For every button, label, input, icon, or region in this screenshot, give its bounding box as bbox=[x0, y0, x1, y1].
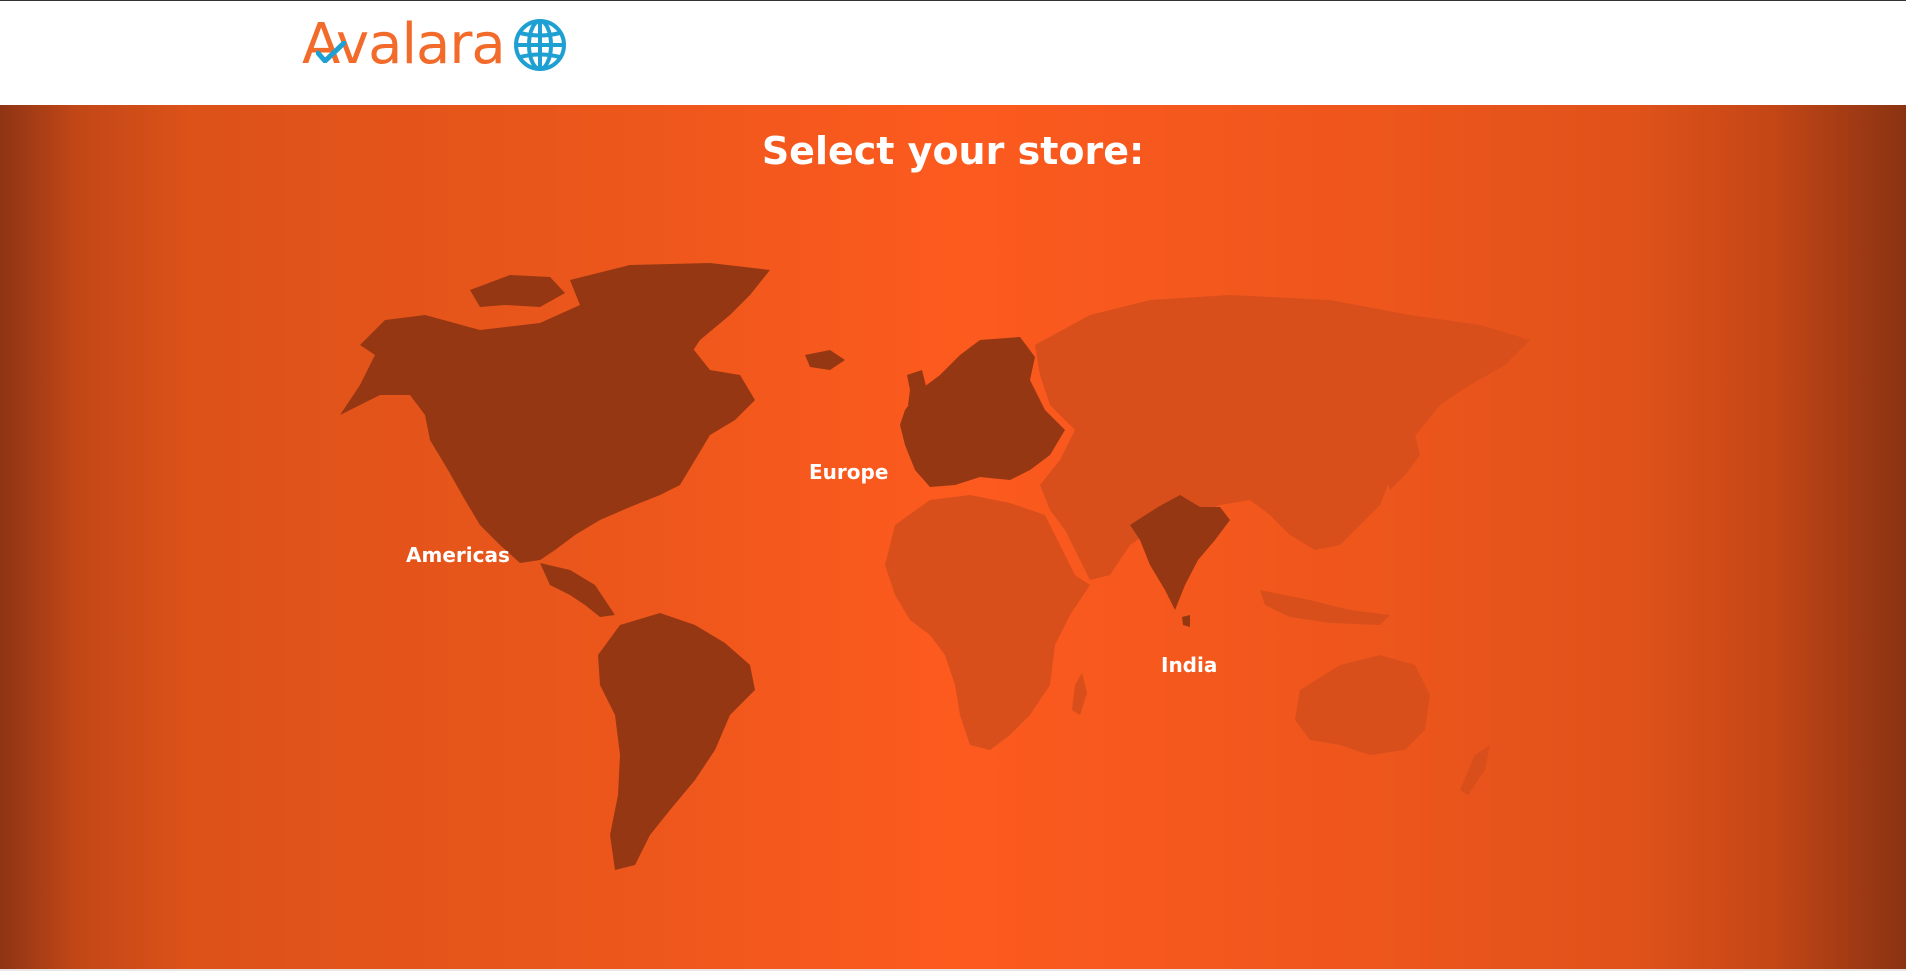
region-link-europe[interactable]: Europe bbox=[809, 460, 888, 484]
check-icon bbox=[316, 41, 346, 63]
region-link-india[interactable]: India bbox=[1161, 653, 1217, 677]
page-title: Select your store: bbox=[761, 129, 1145, 173]
map-region-asia[interactable] bbox=[1035, 295, 1530, 580]
globe-icon bbox=[513, 19, 566, 71]
avalara-logo[interactable]: Avalara bbox=[302, 15, 567, 75]
map-region-sri-lanka bbox=[1182, 615, 1190, 627]
map-region-southeast-asia bbox=[1260, 590, 1390, 625]
map-region-madagascar bbox=[1072, 673, 1087, 715]
region-link-americas[interactable]: Americas bbox=[406, 543, 510, 567]
map-region-new-zealand bbox=[1460, 745, 1490, 795]
map-region-arctic-islands bbox=[470, 275, 565, 307]
map-region-central-america[interactable] bbox=[540, 563, 615, 617]
map-region-iceland bbox=[805, 350, 845, 370]
map-region-south-america[interactable] bbox=[598, 613, 755, 870]
map-region-africa[interactable] bbox=[885, 495, 1090, 750]
site-header: Avalara bbox=[0, 1, 1906, 105]
map-region-australia[interactable] bbox=[1295, 655, 1430, 755]
world-map bbox=[340, 263, 1530, 870]
store-selector: Select your store: Americas Europe India bbox=[0, 105, 1906, 971]
